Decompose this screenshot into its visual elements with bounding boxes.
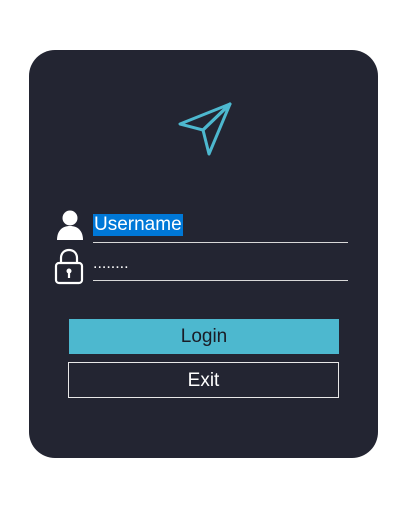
login-button[interactable]: Login xyxy=(69,319,339,354)
password-input[interactable]: ........ xyxy=(93,254,129,274)
login-card: Username ........ Login Exit xyxy=(29,50,378,458)
paper-plane-icon xyxy=(178,102,232,156)
password-field[interactable]: ........ xyxy=(93,254,348,281)
lock-icon xyxy=(54,248,84,285)
user-icon xyxy=(57,210,83,240)
exit-button[interactable]: Exit xyxy=(68,362,339,398)
username-input[interactable]: Username xyxy=(93,214,183,236)
username-field[interactable]: Username xyxy=(93,214,348,243)
